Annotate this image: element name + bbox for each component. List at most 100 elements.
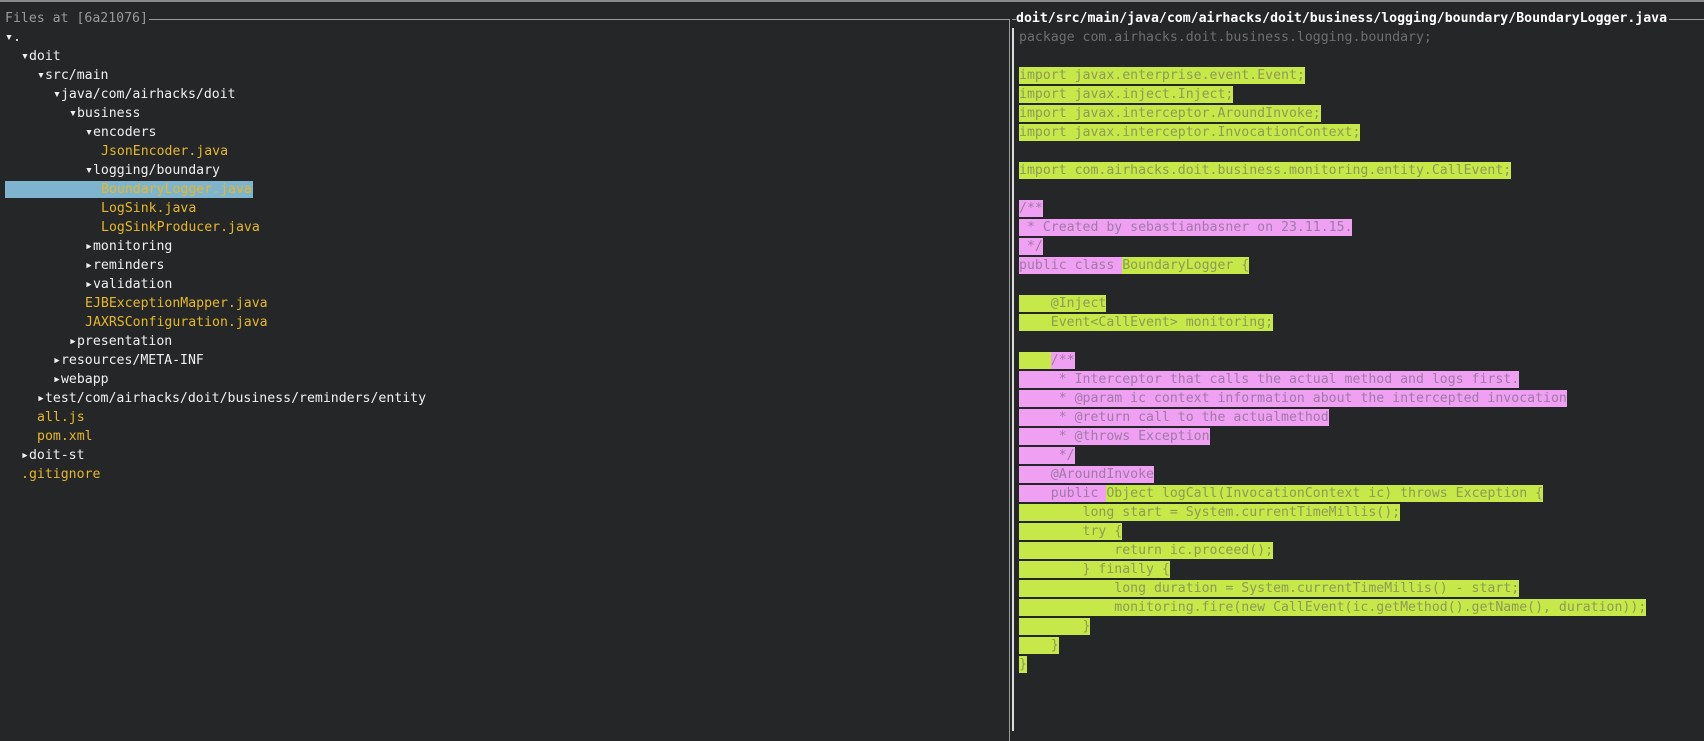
tree-item-label: ▾logging/boundary (85, 163, 220, 178)
tree-file[interactable]: .gitignore (5, 465, 426, 484)
tree-folder[interactable]: ▸monitoring (5, 237, 426, 256)
line-gutter-mark (1012, 655, 1014, 674)
tree-folder[interactable]: ▸reminders (5, 256, 426, 275)
code-line: import javax.inject.Inject; (1012, 85, 1646, 104)
line-gutter-mark (1012, 636, 1014, 655)
tree-folder[interactable]: ▾logging/boundary (5, 161, 426, 180)
added-code-segment: try { (1019, 523, 1123, 540)
tree-file[interactable]: JAXRSConfiguration.java (5, 313, 426, 332)
tree-folder[interactable]: ▾doit (5, 47, 426, 66)
code-line: public Object logCall(InvocationContext … (1012, 484, 1646, 503)
comment-code-segment: */ (1019, 447, 1075, 464)
file-tree[interactable]: ▾. ▾doit ▾src/main ▾java/com/airhacks/doit ▾… (5, 28, 426, 484)
tree-item-label: ▸resources/META-INF (53, 353, 204, 368)
added-code-segment: } (1019, 618, 1091, 635)
added-code-segment: } finally { (1019, 561, 1170, 578)
comment-code-segment: * Interceptor that calls the actual meth… (1019, 371, 1520, 388)
line-gutter-mark (1012, 180, 1014, 199)
tree-folder[interactable]: ▾src/main (5, 66, 426, 85)
tree-folder[interactable]: ▸doit-st (5, 446, 426, 465)
line-gutter-mark (1012, 370, 1014, 389)
code-view[interactable]: package com.airhacks.doit.business.loggi… (1012, 28, 1647, 731)
added-code-segment: Event<CallEvent> monitoring; (1019, 314, 1274, 331)
line-gutter-mark (1012, 617, 1014, 636)
tree-folder[interactable]: ▾encoders (5, 123, 426, 142)
added-code-segment: BoundaryLogger { (1122, 257, 1250, 274)
tree-folder[interactable]: ▸webapp (5, 370, 426, 389)
comment-code-segment: * @param ic context information about th… (1019, 390, 1567, 407)
tree-item-label: ▾business (69, 106, 141, 121)
tree-folder[interactable]: ▾business (5, 104, 426, 123)
tree-item-label: ▸presentation (69, 334, 173, 349)
code-line: */ (1012, 237, 1646, 256)
tree-folder[interactable]: ▸presentation (5, 332, 426, 351)
tree-file[interactable]: all.js (5, 408, 426, 427)
tree-file[interactable]: LogSinkProducer.java (5, 218, 426, 237)
tree-file[interactable]: pom.xml (5, 427, 426, 446)
tree-file[interactable]: LogSink.java (5, 199, 426, 218)
code-line: try { (1012, 522, 1646, 541)
code-line: long start = System.currentTimeMillis(); (1012, 503, 1646, 522)
tree-folder[interactable]: ▾. (5, 28, 426, 47)
tree-item-label: JAXRSConfiguration.java (85, 315, 268, 330)
line-gutter-mark (1012, 123, 1014, 142)
line-gutter-mark (1012, 142, 1014, 161)
code-line (1012, 332, 1646, 351)
code-line: import javax.interceptor.AroundInvoke; (1012, 104, 1646, 123)
code-line (1012, 47, 1646, 66)
line-gutter-mark (1012, 47, 1014, 66)
line-gutter-mark (1012, 446, 1014, 465)
tree-item-label: EJBExceptionMapper.java (85, 296, 268, 311)
code-line: * Interceptor that calls the actual meth… (1012, 370, 1646, 389)
file-viewer-pane[interactable]: doit/src/main/java/com/airhacks/doit/bus… (1012, 0, 1704, 741)
line-gutter-mark (1012, 161, 1014, 180)
tree-item-label: ▸monitoring (85, 239, 173, 254)
line-gutter-mark (1012, 427, 1014, 446)
tree-file[interactable]: BoundaryLogger.java (5, 180, 426, 199)
line-gutter-mark (1012, 674, 1014, 693)
file-tree-pane[interactable]: Files at [6a21076] ▾. ▾doit ▾src/main ▾java… (0, 0, 1010, 741)
code-line: * @return call to the actualmethod (1012, 408, 1646, 427)
code-line: long duration = System.currentTimeMillis… (1012, 579, 1646, 598)
tree-item-label: ▸validation (85, 277, 173, 292)
tree-folder[interactable]: ▾java/com/airhacks/doit (5, 85, 426, 104)
tree-folder[interactable]: ▸validation (5, 275, 426, 294)
added-code-segment: Object logCall(InvocationContext ic) thr… (1106, 485, 1544, 502)
code-line: import javax.interceptor.InvocationConte… (1012, 123, 1646, 142)
line-gutter-mark (1012, 237, 1014, 256)
tree-item-label: LogSinkProducer.java (101, 220, 260, 235)
tree-item-label: pom.xml (37, 429, 93, 444)
tree-item-label: ▾encoders (85, 125, 157, 140)
line-gutter-mark (1012, 218, 1014, 237)
pane-border-top (4, 19, 1010, 20)
code-segment: package com.airhacks.doit.business.loggi… (1019, 30, 1432, 45)
comment-code-segment: * @return call to the actualmethod (1019, 409, 1329, 426)
code-line (1012, 674, 1646, 693)
tree-item-label: ▸doit-st (21, 448, 85, 463)
line-gutter-mark (1012, 313, 1014, 332)
line-gutter-mark (1012, 294, 1014, 313)
line-gutter-mark (1012, 332, 1014, 351)
added-code-segment: } (1019, 656, 1027, 673)
added-code-segment (1019, 352, 1051, 369)
code-line: @AroundInvoke (1012, 465, 1646, 484)
line-gutter-mark (1012, 351, 1014, 370)
tree-folder[interactable]: ▸test/com/airhacks/doit/business/reminde… (5, 389, 426, 408)
tree-item-label: .gitignore (21, 467, 101, 482)
code-line (1012, 142, 1646, 161)
code-line: } (1012, 617, 1646, 636)
tree-item-label: all.js (37, 410, 85, 425)
tree-file[interactable]: JsonEncoder.java (5, 142, 426, 161)
tree-folder[interactable]: ▸resources/META-INF (5, 351, 426, 370)
line-gutter-mark (1012, 275, 1014, 294)
code-line: monitoring.fire(new CallEvent(ic.getMeth… (1012, 598, 1647, 617)
comment-code-segment: @AroundInvoke (1019, 466, 1154, 483)
tree-item-label: ▾src/main (37, 68, 109, 83)
tree-item-label: ▾doit (21, 49, 61, 64)
file-path-title: doit/src/main/java/com/airhacks/doit/bus… (1016, 9, 1670, 28)
added-code-segment: import javax.inject.Inject; (1019, 86, 1234, 103)
added-code-segment: long start = System.currentTimeMillis(); (1019, 504, 1401, 521)
line-gutter-mark (1012, 389, 1014, 408)
tree-file[interactable]: EJBExceptionMapper.java (5, 294, 426, 313)
tree-item-label: ▾java/com/airhacks/doit (53, 87, 236, 102)
